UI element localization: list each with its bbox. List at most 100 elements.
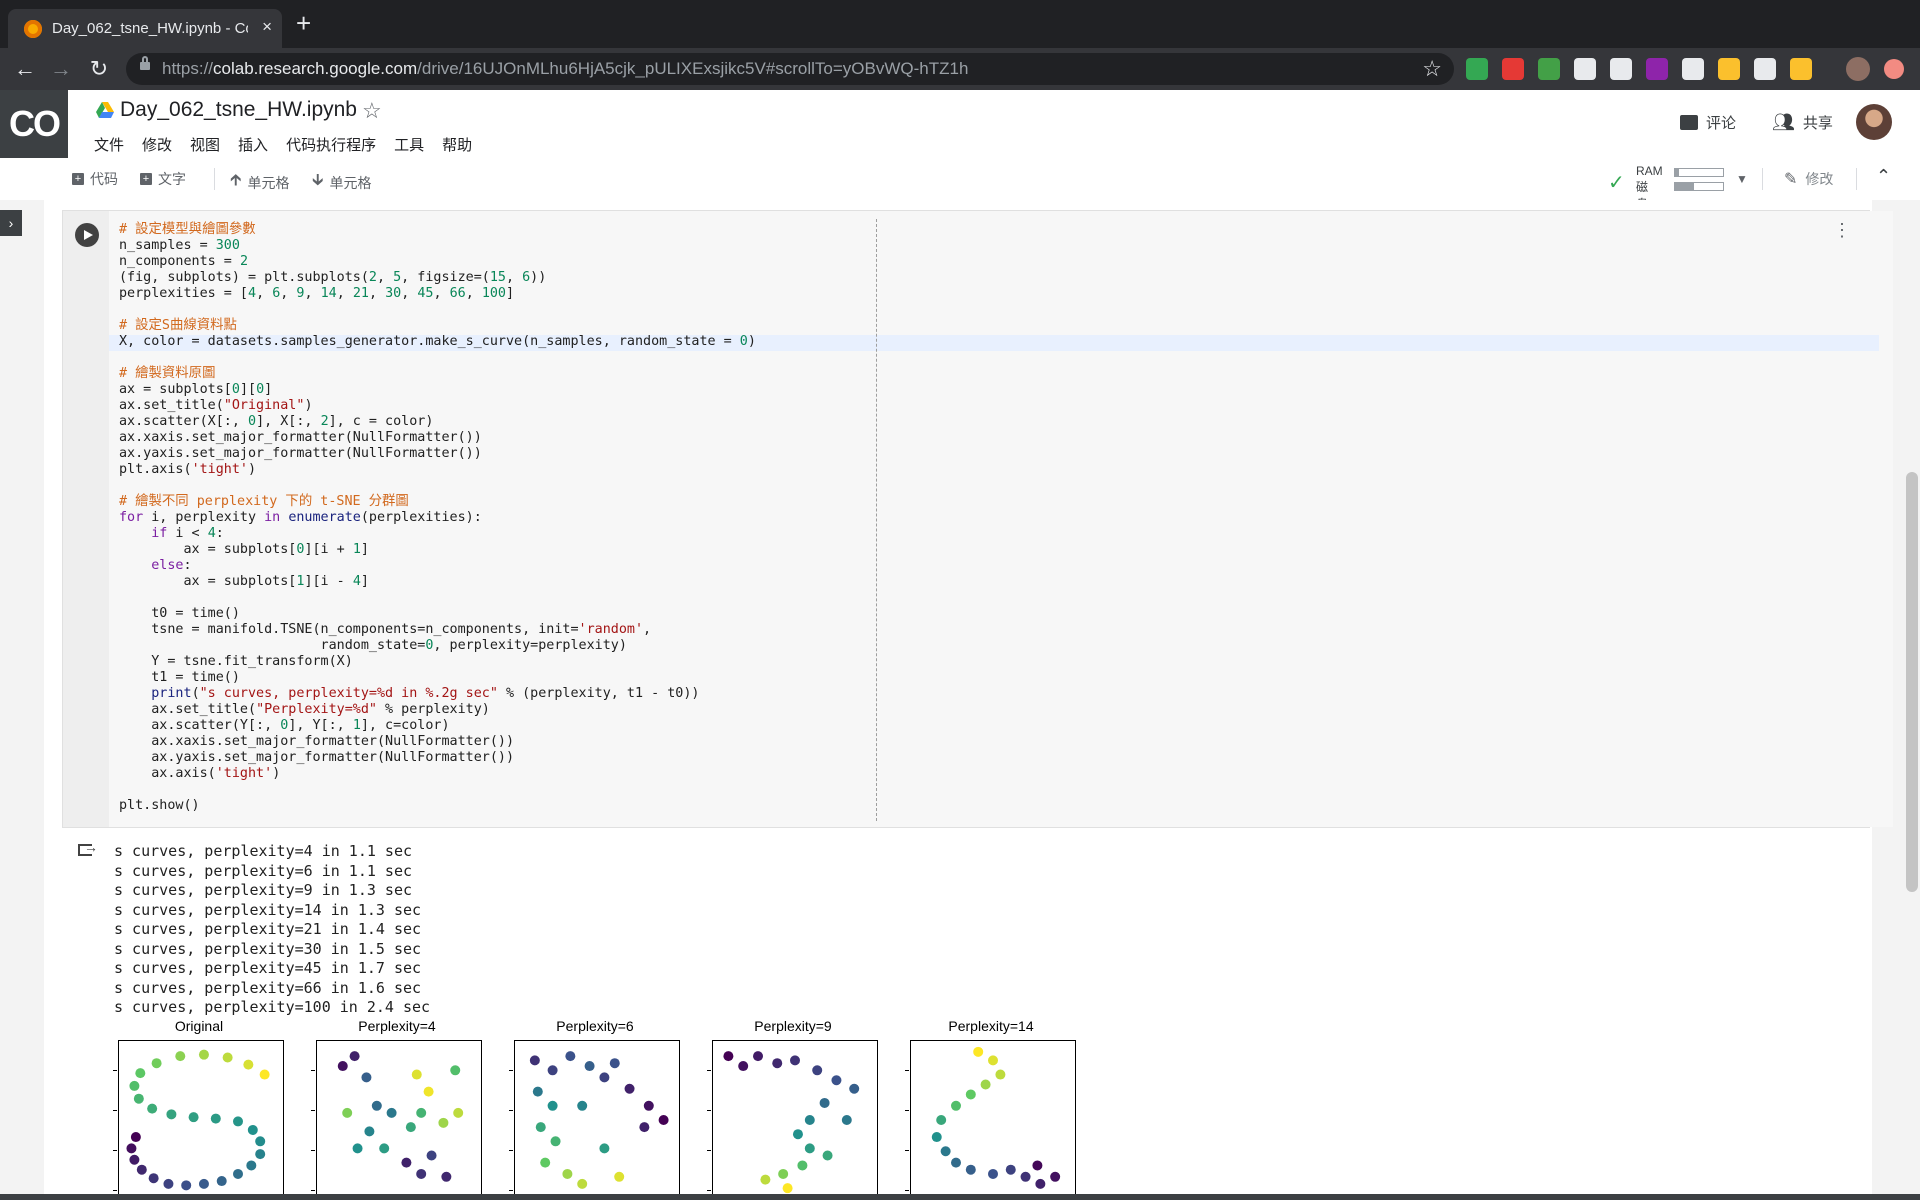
stdout-text: s curves, perplexity=4 in 1.1 sec s curve… xyxy=(114,842,430,1018)
code-token: , xyxy=(280,286,297,301)
menu-bar: 文件 修改 视图 插入 代码执行程序 工具 帮助 xyxy=(94,134,472,155)
forward-arrow-icon[interactable]: → xyxy=(46,54,76,84)
scatter-plot xyxy=(126,1049,270,1191)
scatter-point xyxy=(349,1051,360,1062)
target-ext-icon[interactable] xyxy=(1610,58,1632,80)
scatter-point xyxy=(198,1178,209,1189)
move-cell-down-button[interactable]: 🡳 单元格 xyxy=(312,169,372,196)
stdout-line: s curves, perplexity=66 in 1.6 sec xyxy=(114,978,422,997)
scatter-point xyxy=(175,1051,186,1062)
scatter-point xyxy=(405,1122,416,1133)
rp-ext-icon[interactable] xyxy=(1646,58,1668,80)
menu-item-6[interactable]: 帮助 xyxy=(442,134,472,155)
stdout-line: s curves, perplexity=6 in 1.1 sec xyxy=(114,861,413,880)
code-line: ax = subplots[0][i + 1] xyxy=(119,542,756,558)
edit-button[interactable]: ✎ 修改 xyxy=(1784,169,1833,189)
back-arrow-icon[interactable]: ← xyxy=(10,54,40,84)
star-icon[interactable]: ☆ xyxy=(362,98,382,124)
code-token: 15 xyxy=(489,270,506,285)
code-token: ax.set_title( xyxy=(119,398,224,413)
stdout-line: s curves, perplexity=45 in 1.7 sec xyxy=(114,959,422,977)
update-icon[interactable] xyxy=(1884,59,1904,79)
menu-item-2[interactable]: 视图 xyxy=(190,134,220,155)
code-line: # 設定模型與繪圖參數 xyxy=(119,222,756,238)
chevron-down-icon[interactable]: ▼ xyxy=(1736,172,1748,186)
code-line: for i, perplexity in enumerate(perplexit… xyxy=(119,510,756,526)
more-ext-icon[interactable] xyxy=(1790,58,1812,80)
scatter-point xyxy=(1050,1171,1061,1182)
menu-item-5[interactable]: 工具 xyxy=(394,134,424,155)
new-tab-button[interactable]: + xyxy=(296,10,311,36)
code-token: 2 xyxy=(368,270,377,285)
scatter-point xyxy=(529,1055,540,1066)
scatter-point xyxy=(126,1143,137,1154)
menu-item-4[interactable]: 代码执行程序 xyxy=(286,134,376,155)
browser-tab-active[interactable]: Day_062_tsne_HW.ipynb - Colab × xyxy=(8,9,282,48)
sidebar-toggle-icon[interactable]: › xyxy=(0,210,22,236)
scatter-point xyxy=(547,1065,558,1076)
scatter-point xyxy=(233,1168,243,1179)
add-text-button[interactable]: + 文字 xyxy=(140,169,186,189)
menu-item-0[interactable]: 文件 xyxy=(94,134,124,155)
url-text[interactable]: https://colab.research.google.com/drive/… xyxy=(162,59,968,79)
scatter-point xyxy=(804,1115,815,1125)
bookmark-star-icon[interactable]: ☆ xyxy=(1422,56,1442,82)
subplot-title: Perplexity=14 xyxy=(948,1018,1034,1034)
run-cell-button[interactable] xyxy=(75,223,99,247)
tab-close-icon[interactable]: × xyxy=(262,17,272,37)
code-text[interactable]: # 設定模型與繪圖參數 n_samples = 300 n_components =… xyxy=(119,222,756,814)
scatter-point xyxy=(136,1164,147,1175)
code-line: ax.yaxis.set_major_formatter(NullFormatt… xyxy=(119,446,756,462)
code-line: # 繪製不同 perplexity 下的 t-SNE 分群圖 xyxy=(119,494,756,510)
browser-profile-icon[interactable] xyxy=(1846,57,1870,81)
reload-icon[interactable]: ↻ xyxy=(84,54,114,84)
comment-button[interactable]: 评论 xyxy=(1680,112,1736,133)
circle-ext-icon[interactable] xyxy=(1682,58,1704,80)
scatter-point xyxy=(822,1150,833,1161)
user-avatar[interactable] xyxy=(1856,104,1892,140)
scatter-point xyxy=(965,1164,976,1175)
check-ext-icon[interactable] xyxy=(1538,58,1560,80)
menu-item-3[interactable]: 插入 xyxy=(238,134,268,155)
add-code-button[interactable]: + 代码 xyxy=(72,169,118,189)
code-token: ], c = color) xyxy=(328,414,434,429)
scatter-point xyxy=(411,1069,422,1080)
google-drive-ext-icon[interactable] xyxy=(1466,58,1488,80)
move-cell-up-button[interactable]: 🡱 单元格 xyxy=(230,169,290,196)
code-token: Y = tsne.fit_transform(X) xyxy=(119,654,353,669)
scatter-point xyxy=(940,1146,951,1157)
share-button[interactable]: 👥︎ 共享 xyxy=(1772,112,1833,133)
scatter-point xyxy=(988,1168,998,1179)
code-token: for xyxy=(119,510,144,525)
scatter-point xyxy=(643,1100,654,1111)
ram-label: RAM xyxy=(1636,164,1663,178)
more-vert-icon[interactable]: ⋮ xyxy=(1833,221,1851,239)
y-tick xyxy=(311,1190,315,1191)
download-ext-icon[interactable] xyxy=(1754,58,1776,80)
code-editor[interactable]: # 設定模型與繪圖參數 n_samples = 300 n_components =… xyxy=(109,211,1893,827)
code-token: 21 xyxy=(352,286,369,301)
code-line: else: xyxy=(119,558,756,574)
code-token: , xyxy=(465,286,482,301)
chevron-up-icon[interactable]: ⌃ xyxy=(1876,166,1891,187)
code-token: (fig, subplots) = plt.subplots( xyxy=(119,270,369,285)
y-tick xyxy=(509,1110,513,1111)
scatter-point xyxy=(841,1115,852,1125)
colab-logo[interactable]: CO xyxy=(0,90,68,158)
code-line: ax.axis('tight') xyxy=(119,766,756,782)
scrollbar-thumb[interactable] xyxy=(1906,472,1918,892)
code-line: ax.scatter(Y[:, 0], Y[:, 1], c=color) xyxy=(119,718,756,734)
notebook-title[interactable]: Day_062_tsne_HW.ipynb xyxy=(120,98,357,122)
jw-ext-icon[interactable] xyxy=(1718,58,1740,80)
scatter-point xyxy=(352,1143,363,1154)
output-icon[interactable] xyxy=(78,839,98,856)
menu-item-1[interactable]: 修改 xyxy=(142,134,172,155)
react-devtools-ext-icon[interactable] xyxy=(1574,58,1596,80)
address-bar[interactable]: https://colab.research.google.com/drive/… xyxy=(126,53,1454,85)
browser-tabstrip: Day_062_tsne_HW.ipynb - Colab × + xyxy=(0,0,1920,48)
code-cell[interactable]: # 設定模型與繪圖參數 n_samples = 300 n_components =… xyxy=(62,210,1893,828)
scatter-point xyxy=(540,1157,551,1168)
todoist-ext-icon[interactable] xyxy=(1502,58,1524,80)
